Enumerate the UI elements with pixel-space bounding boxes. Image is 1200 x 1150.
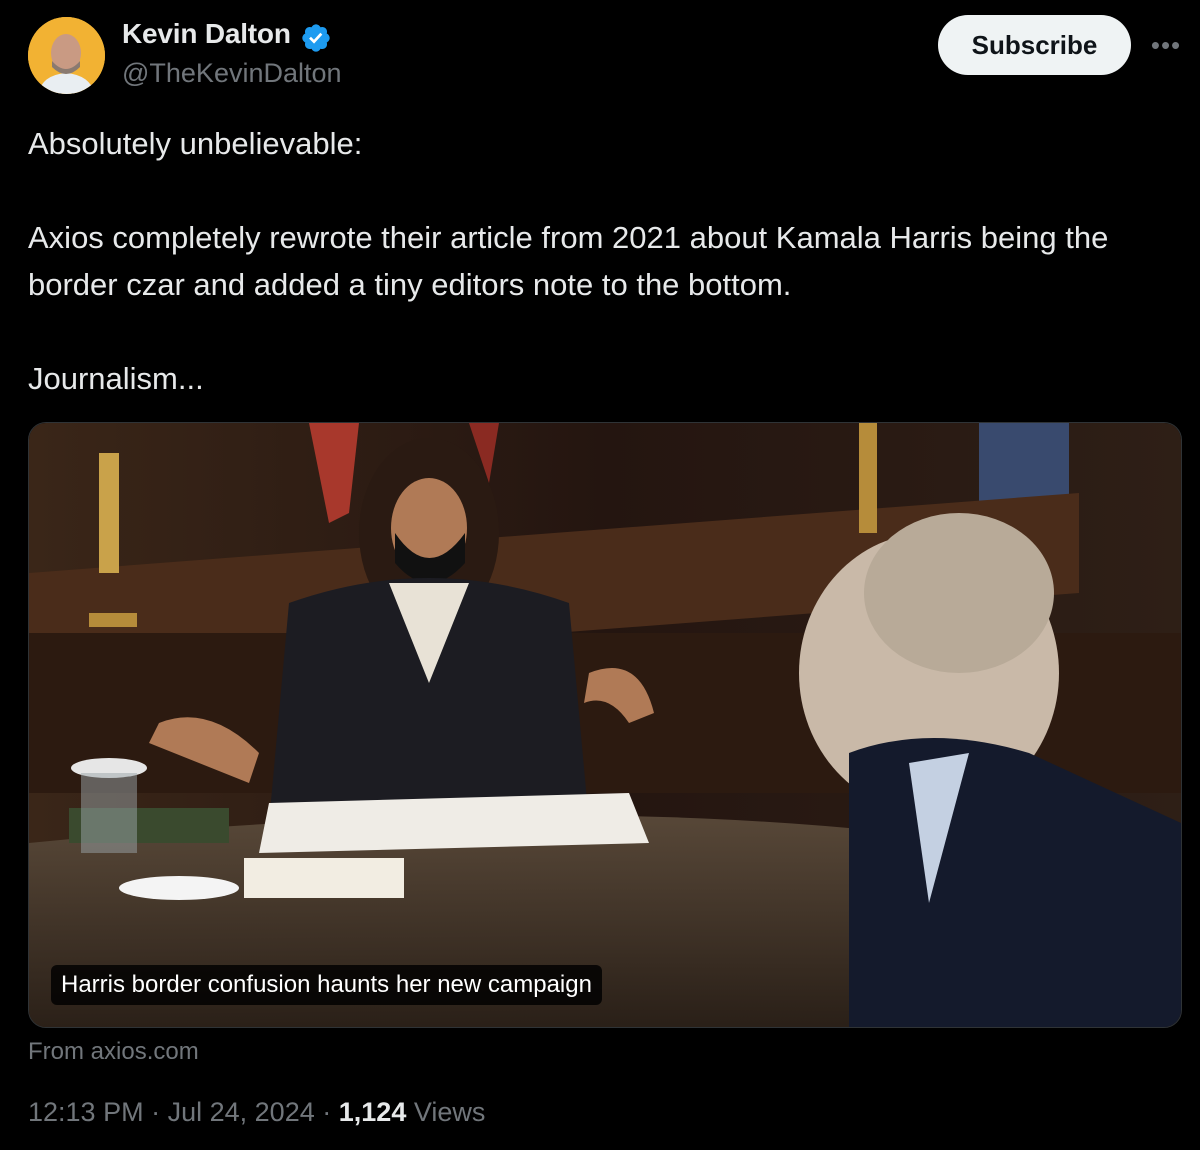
more-options-icon[interactable]: ••• [1146, 30, 1186, 60]
tweet-date[interactable]: Jul 24, 2024 [168, 1097, 315, 1127]
tweet-paragraph: Journalism... [28, 361, 204, 396]
link-preview-title: Harris border confusion haunts her new c… [51, 965, 602, 1005]
tweet-text: Absolutely unbelievable: Axios completel… [28, 120, 1178, 402]
separator: · [322, 1097, 332, 1127]
link-source[interactable]: From axios.com [28, 1038, 199, 1066]
author-name[interactable]: Kevin Dalton [122, 18, 291, 50]
tweet-paragraph: Absolutely unbelievable: [28, 126, 363, 161]
tweet-time[interactable]: 12:13 PM [28, 1097, 144, 1127]
link-preview-card[interactable]: Harris border confusion haunts her new c… [28, 422, 1182, 1028]
views-count: 1,124 [338, 1097, 407, 1127]
separator: · [151, 1097, 161, 1127]
author-handle[interactable]: @TheKevinDalton [122, 58, 342, 89]
subscribe-button[interactable]: Subscribe [938, 15, 1131, 75]
tweet-paragraph: Axios completely rewrote their article f… [28, 220, 1109, 302]
article-photo [29, 423, 1181, 1027]
views-label: Views [413, 1097, 486, 1127]
author-avatar[interactable] [28, 17, 105, 94]
verified-badge-icon [302, 24, 330, 52]
tweet-meta: 12:13 PM · Jul 24, 2024 · 1,124 Views [28, 1097, 485, 1128]
